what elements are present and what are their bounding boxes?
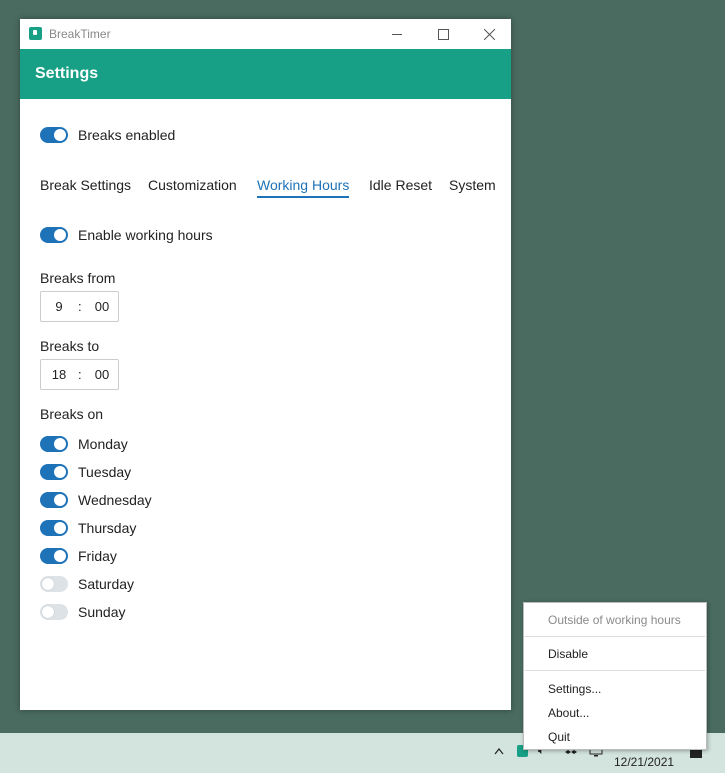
menu-item-settings[interactable]: Settings... bbox=[548, 682, 601, 696]
day-row-thursday: Thursday bbox=[40, 519, 136, 537]
breaks-to-minute[interactable]: 00 bbox=[89, 367, 115, 382]
breaks-enabled-row: Breaks enabled bbox=[40, 126, 175, 144]
saturday-label: Saturday bbox=[78, 576, 135, 592]
tuesday-label: Tuesday bbox=[78, 464, 132, 480]
day-row-wednesday: Wednesday bbox=[40, 491, 152, 509]
enable-working-hours-toggle[interactable] bbox=[40, 227, 68, 243]
day-row-sunday: Sunday bbox=[40, 603, 125, 621]
sunday-label: Sunday bbox=[78, 604, 126, 620]
close-icon bbox=[483, 28, 495, 40]
settings-header: Settings bbox=[20, 49, 511, 99]
time-separator: : bbox=[78, 367, 82, 382]
maximize-button[interactable] bbox=[420, 19, 466, 49]
thursday-toggle[interactable] bbox=[40, 520, 68, 536]
breaks-from-minute[interactable]: 00 bbox=[89, 299, 115, 314]
menu-item-about[interactable]: About... bbox=[548, 706, 589, 720]
breaks-on-label: Breaks on bbox=[40, 406, 104, 422]
day-row-monday: Monday bbox=[40, 435, 128, 453]
menu-divider bbox=[525, 670, 705, 671]
tab-break-settings[interactable]: Break Settings bbox=[40, 177, 131, 193]
breaks-to-time-input[interactable]: 18 : 00 bbox=[40, 359, 119, 390]
breaks-from-hour[interactable]: 9 bbox=[41, 299, 77, 314]
breaktimer-app-icon bbox=[29, 27, 42, 40]
day-row-tuesday: Tuesday bbox=[40, 463, 131, 481]
tab-customization[interactable]: Customization bbox=[148, 177, 237, 193]
breaks-to-label: Breaks to bbox=[40, 338, 100, 354]
menu-item-disable[interactable]: Disable bbox=[548, 647, 588, 661]
breaks-to-hour[interactable]: 18 bbox=[41, 367, 77, 382]
friday-toggle[interactable] bbox=[40, 548, 68, 564]
minimize-button[interactable] bbox=[374, 19, 420, 49]
enable-working-hours-label: Enable working hours bbox=[78, 227, 213, 243]
tab-idle-reset[interactable]: Idle Reset bbox=[369, 177, 432, 193]
breaks-from-label: Breaks from bbox=[40, 270, 116, 286]
monday-toggle[interactable] bbox=[40, 436, 68, 452]
page-title: Settings bbox=[35, 65, 99, 82]
friday-label: Friday bbox=[78, 548, 117, 564]
minimize-icon bbox=[392, 33, 402, 35]
tray-context-menu: Outside of working hours Disable Setting… bbox=[523, 602, 707, 750]
breaks-from-time-input[interactable]: 9 : 00 bbox=[40, 291, 119, 322]
title-bar[interactable]: BreakTimer bbox=[20, 19, 511, 49]
saturday-toggle[interactable] bbox=[40, 576, 68, 592]
time-separator: : bbox=[78, 299, 82, 314]
breaks-enabled-toggle[interactable] bbox=[40, 127, 68, 143]
tab-working-hours[interactable]: Working Hours bbox=[257, 177, 349, 193]
active-tab-indicator bbox=[257, 196, 349, 198]
menu-divider bbox=[525, 636, 705, 637]
show-hidden-icons-chevron-icon[interactable] bbox=[494, 747, 504, 755]
taskbar-date[interactable]: 12/21/2021 bbox=[614, 755, 674, 769]
wednesday-label: Wednesday bbox=[78, 492, 152, 508]
menu-status-outside-working-hours: Outside of working hours bbox=[548, 613, 681, 627]
thursday-label: Thursday bbox=[78, 520, 137, 536]
monday-label: Monday bbox=[78, 436, 128, 452]
wednesday-toggle[interactable] bbox=[40, 492, 68, 508]
day-row-friday: Friday bbox=[40, 547, 117, 565]
maximize-icon bbox=[437, 28, 449, 40]
day-row-saturday: Saturday bbox=[40, 575, 134, 593]
enable-working-hours-row: Enable working hours bbox=[40, 226, 213, 244]
sunday-toggle[interactable] bbox=[40, 604, 68, 620]
breaks-enabled-label: Breaks enabled bbox=[78, 127, 176, 143]
menu-item-quit[interactable]: Quit bbox=[548, 730, 570, 744]
tuesday-toggle[interactable] bbox=[40, 464, 68, 480]
app-title: BreakTimer bbox=[49, 27, 111, 41]
tab-system[interactable]: System bbox=[449, 177, 496, 193]
close-button[interactable] bbox=[466, 19, 512, 49]
breaktimer-window: BreakTimer Settings Breaks enabled Break… bbox=[20, 19, 511, 710]
